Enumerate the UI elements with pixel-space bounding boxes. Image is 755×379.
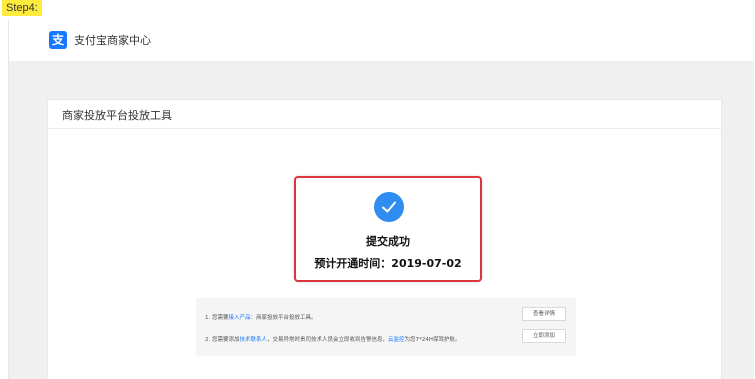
step-label: Step4: <box>2 0 42 16</box>
view-details-button[interactable]: 查看详情 <box>522 307 566 321</box>
success-highlight-box: 提交成功 预计开通时间：2019-07-02 <box>294 176 482 282</box>
task-panel: 1. 您需要接入产品：商家投放平台投放工具。 查看详情 2. 您需要添加技术联系… <box>196 298 576 356</box>
access-product-link[interactable]: 接入产品 <box>229 315 251 321</box>
content-area: 商家投放平台投放工具 提交成功 预计开通时间：2019-07-02 产品开通请求… <box>9 61 754 379</box>
task-text: ：商家投放平台投放工具。 <box>250 315 317 321</box>
task-text: 为您7*24H保驾护航。 <box>404 337 461 343</box>
alipay-logo-icon[interactable]: 支 <box>49 31 67 49</box>
task-text: ，交易异常时贵司技术人员会立即收到告警信息， <box>267 337 389 343</box>
card-header: 商家投放平台投放工具 <box>48 100 721 129</box>
task-row: 1. 您需要接入产品：商家投放平台投放工具。 <box>205 313 317 321</box>
page-title: 商家投放平台投放工具 <box>62 109 172 122</box>
tech-contact-link[interactable]: 技术联系人 <box>240 337 268 343</box>
task-text: 2. 您需要添加 <box>205 337 240 343</box>
estimated-time: 预计开通时间：2019-07-02 <box>314 257 462 270</box>
brand-title[interactable]: 支付宝商家中心 <box>74 32 151 48</box>
add-now-button[interactable]: 立即添加 <box>522 329 566 343</box>
success-title: 提交成功 <box>366 235 410 248</box>
task-row: 2. 您需要添加技术联系人，交易异常时贵司技术人员会立即收到告警信息，云监控为您… <box>205 335 460 343</box>
top-bar: 支 支付宝商家中心 <box>9 20 754 61</box>
check-circle-icon <box>374 192 404 222</box>
task-text: 1. 您需要 <box>205 315 229 321</box>
main-card: 商家投放平台投放工具 提交成功 预计开通时间：2019-07-02 产品开通请求… <box>47 99 722 379</box>
browser-content: 支 支付宝商家中心 商家投放平台投放工具 提交成功 预计开通时间：2019-07… <box>8 20 754 379</box>
cloud-monitor-link[interactable]: 云监控 <box>388 337 405 343</box>
